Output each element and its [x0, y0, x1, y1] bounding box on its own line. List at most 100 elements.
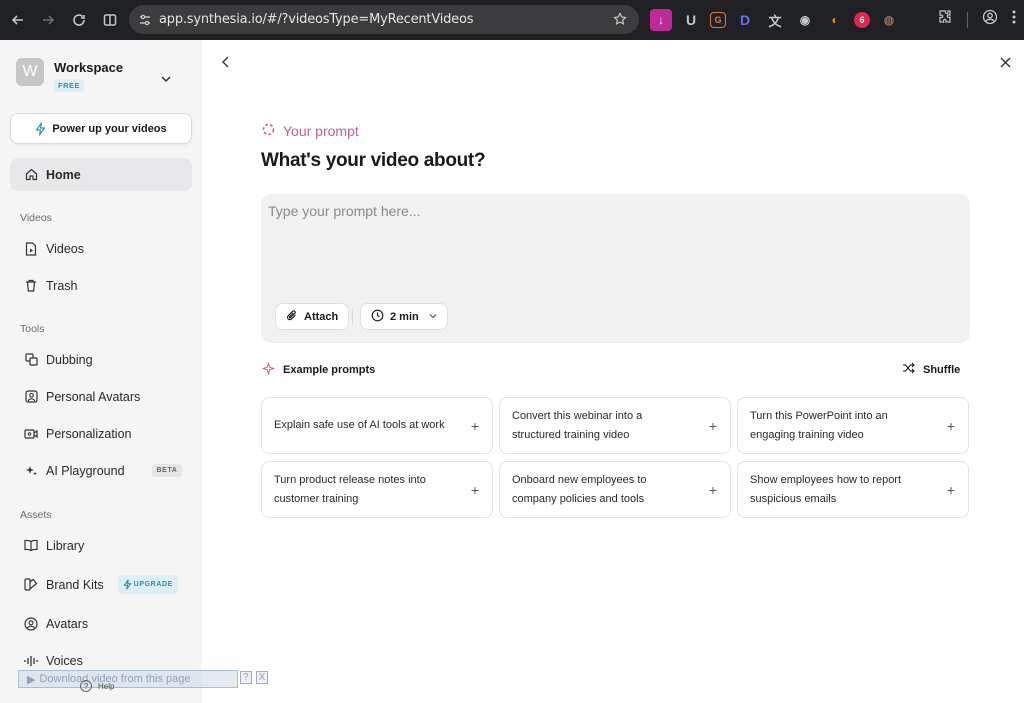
question-icon: ?: [80, 680, 92, 692]
section-label-tools: Tools: [20, 323, 45, 335]
example-prompt-card[interactable]: Show employees how to report suspicious …: [737, 461, 969, 518]
example-prompt-card[interactable]: Turn this PowerPoint into an engaging tr…: [737, 397, 969, 454]
sidebar-item-trash[interactable]: Trash: [10, 269, 192, 302]
sidebar-item-videos[interactable]: Videos: [10, 232, 192, 265]
personalization-icon: [24, 427, 38, 441]
avatar-circle-icon: [24, 616, 38, 631]
help-label: Help: [98, 681, 115, 691]
page-title: What's your video about?: [261, 150, 486, 171]
sidebar: W Workspace FREE Power up your videos Ho…: [0, 40, 202, 703]
workspace-avatar: W: [16, 58, 44, 86]
dubbing-icon: [24, 353, 38, 367]
u-extension-icon[interactable]: U: [680, 9, 702, 31]
overlay-help-button[interactable]: ?: [240, 671, 252, 684]
sparkle-icon: [262, 362, 275, 378]
chevron-down-icon[interactable]: [160, 72, 172, 90]
d-extension-icon[interactable]: D: [734, 9, 756, 31]
plus-icon: +: [946, 417, 955, 434]
translate-extension-icon[interactable]: 文: [764, 9, 786, 31]
sidebar-item-home[interactable]: Home: [10, 158, 192, 191]
bookmark-star-icon[interactable]: [613, 12, 627, 31]
workspace-switcher[interactable]: W Workspace FREE: [16, 58, 186, 93]
palette-icon: [24, 578, 38, 592]
sidebar-item-personalization[interactable]: Personalization: [10, 417, 192, 450]
lightning-icon: [35, 121, 46, 136]
beta-badge: BETA: [151, 464, 183, 477]
help-button[interactable]: ? Help: [80, 680, 114, 692]
example-prompt-text: Turn product release notes into customer…: [274, 474, 426, 505]
attach-label: Attach: [304, 310, 339, 323]
prompt-eyebrow: Your prompt: [262, 123, 359, 139]
example-prompt-card[interactable]: Explain safe use of AI tools at work +: [261, 397, 493, 454]
plus-icon: +: [946, 481, 955, 498]
sidebar-item-label: Dubbing: [46, 352, 93, 367]
example-prompt-card[interactable]: Turn product release notes into customer…: [261, 461, 493, 518]
download-video-overlay[interactable]: ▶ Download video from this page: [18, 670, 238, 688]
sidebar-item-label: Voices: [46, 653, 83, 668]
url-text[interactable]: app.synthesia.io/#/?videosType=MyRecentV…: [159, 12, 474, 27]
site-settings-icon[interactable]: [131, 6, 159, 34]
forward-arrow-icon[interactable]: [33, 5, 63, 35]
prompt-eyebrow-label: Your prompt: [283, 123, 359, 139]
toolbar-divider: [967, 11, 968, 28]
upgrade-badge[interactable]: UPGRADE: [117, 575, 178, 594]
chevron-left-icon[interactable]: [220, 55, 232, 74]
section-label-videos: Videos: [20, 212, 52, 224]
sidebar-item-brand-kits[interactable]: Brand Kits UPGRADE: [10, 568, 192, 601]
downloader-extension-icon[interactable]: ↓: [650, 9, 672, 31]
address-bar[interactable]: app.synthesia.io/#/?videosType=MyRecentV…: [129, 5, 639, 34]
sidebar-item-ai-playground[interactable]: AI Playground BETA: [10, 454, 192, 487]
power-up-label: Power up your videos: [52, 122, 167, 135]
sidebar-item-library[interactable]: Library: [10, 529, 192, 562]
sidebar-item-label: Brand Kits: [46, 577, 104, 592]
overlay-close-button[interactable]: X: [255, 671, 269, 684]
shuffle-button[interactable]: Shuffle: [902, 362, 960, 377]
flame-extension-icon[interactable]: ◐: [824, 9, 846, 31]
back-arrow-icon[interactable]: [3, 5, 33, 35]
plan-badge: FREE: [54, 79, 85, 92]
sidebar-item-label: Videos: [46, 241, 84, 256]
sidebar-item-avatars[interactable]: Avatars: [10, 607, 192, 640]
example-prompt-card[interactable]: Onboard new employees to company policie…: [499, 461, 731, 518]
chevron-down-icon: [429, 311, 437, 323]
lightning-icon: [122, 579, 132, 590]
sidebar-item-personal-avatars[interactable]: Personal Avatars: [10, 380, 192, 413]
sparkle-icon: [24, 464, 38, 478]
profile-icon[interactable]: [982, 9, 998, 30]
example-prompt-card[interactable]: Convert this webinar into a structured t…: [499, 397, 731, 454]
extensions-row: ↓ U G D 文 ◉ ◐ 6 ◍: [650, 9, 900, 31]
sidebar-item-label: AI Playground: [46, 463, 125, 478]
grammar-extension-icon[interactable]: G: [710, 12, 726, 28]
duration-select[interactable]: 2 min: [360, 303, 448, 330]
waveform-icon: [24, 654, 38, 668]
example-prompts-label: Example prompts: [283, 364, 376, 376]
browser-toolbar: app.synthesia.io/#/?videosType=MyRecentV…: [0, 0, 1024, 40]
personal-avatar-icon: [24, 390, 38, 404]
plus-icon: +: [708, 417, 717, 434]
sidebar-item-dubbing[interactable]: Dubbing: [10, 343, 192, 376]
example-prompt-text: Convert this webinar into a structured t…: [512, 410, 643, 441]
home-icon: [24, 168, 38, 182]
close-icon[interactable]: [999, 56, 1012, 74]
power-up-button[interactable]: Power up your videos: [10, 113, 192, 144]
clock-icon: [371, 309, 384, 325]
red-extension-icon[interactable]: 6: [854, 12, 870, 28]
prompt-box: Attach 2 min: [261, 194, 970, 343]
cookie-extension-icon[interactable]: ◍: [878, 9, 900, 31]
camera-extension-icon[interactable]: ◉: [794, 9, 816, 31]
split-view-icon[interactable]: [95, 5, 125, 35]
browser-menu-icon[interactable]: [1012, 9, 1016, 30]
reload-icon[interactable]: [64, 5, 94, 35]
plus-icon: +: [470, 481, 479, 498]
upgrade-label: UPGRADE: [133, 581, 173, 588]
example-prompt-text: Show employees how to report suspicious …: [750, 474, 902, 505]
attach-button[interactable]: Attach: [275, 303, 350, 330]
sidebar-item-label: Personalization: [46, 426, 132, 441]
prompt-input[interactable]: [268, 203, 958, 283]
extensions-puzzle-icon[interactable]: [937, 9, 953, 30]
pill-divider: [352, 309, 353, 324]
shuffle-label: Shuffle: [923, 363, 961, 376]
example-prompt-text: Turn this PowerPoint into an engaging tr…: [750, 410, 888, 441]
book-icon: [24, 539, 38, 553]
sidebar-item-label: Home: [46, 167, 81, 182]
